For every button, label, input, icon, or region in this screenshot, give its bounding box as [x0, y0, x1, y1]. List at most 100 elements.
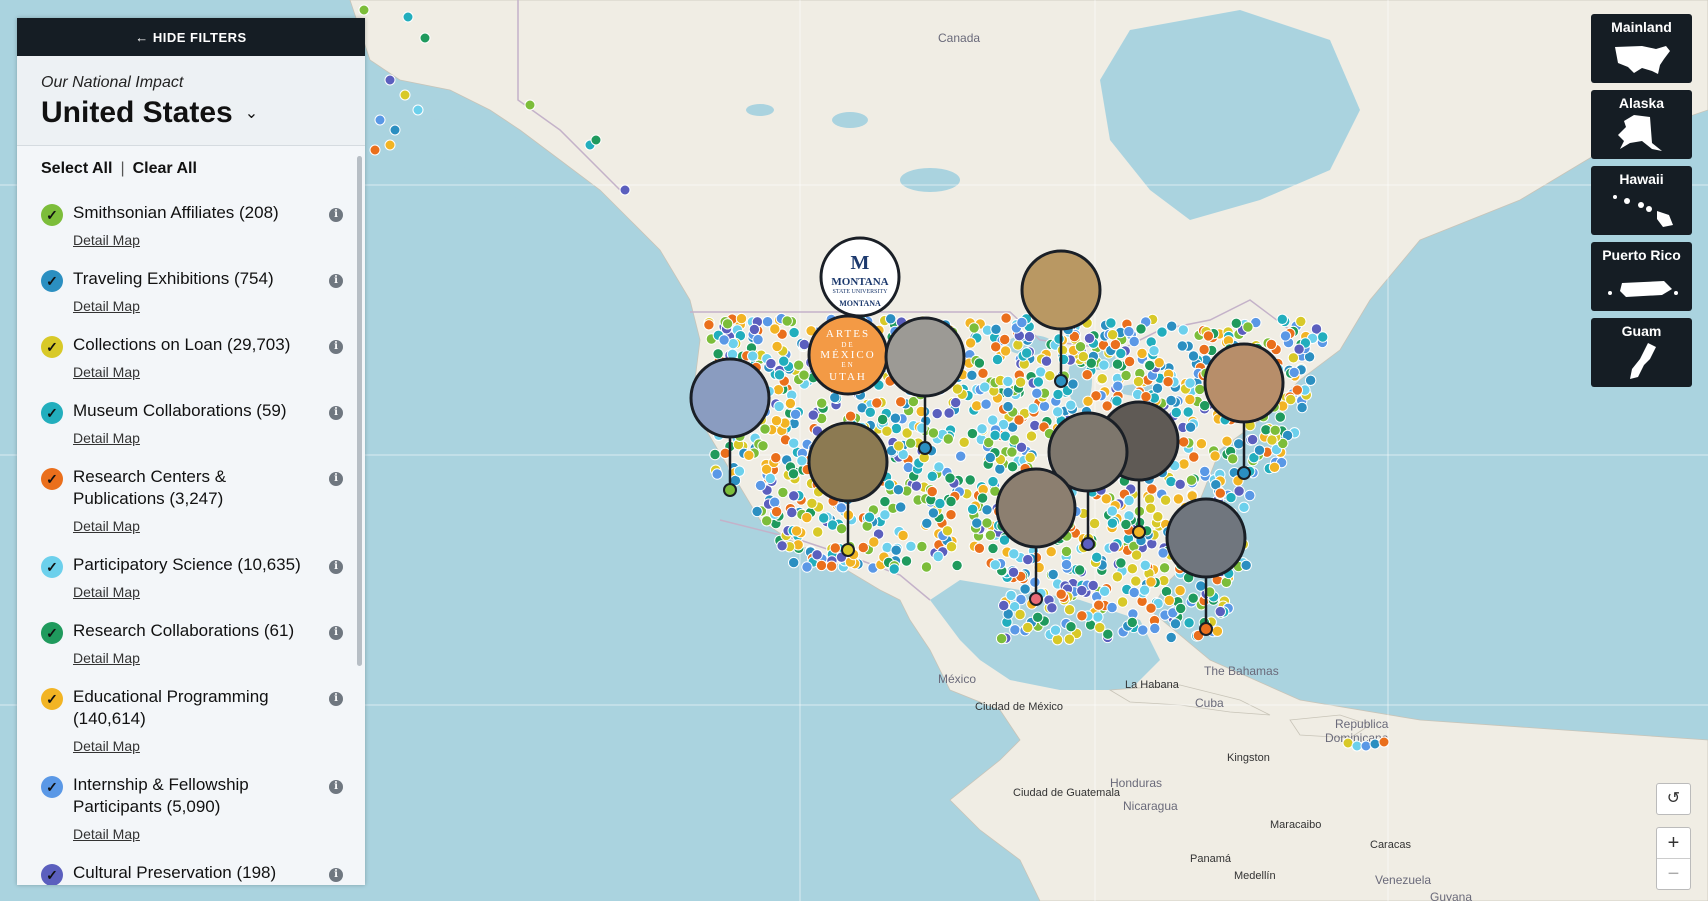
location-dot[interactable] — [759, 423, 771, 435]
location-dot[interactable] — [1227, 453, 1239, 465]
location-dot[interactable] — [1148, 345, 1160, 357]
location-dot[interactable] — [1288, 366, 1300, 379]
location-dot[interactable] — [524, 99, 536, 111]
location-dot[interactable] — [788, 490, 800, 502]
location-dot[interactable] — [770, 506, 783, 518]
location-dot[interactable] — [1076, 610, 1088, 622]
location-dot[interactable] — [784, 397, 797, 410]
location-dot[interactable] — [1360, 740, 1372, 752]
location-dot[interactable] — [1184, 393, 1196, 406]
location-dot[interactable] — [1098, 359, 1110, 371]
location-dot[interactable] — [1163, 594, 1176, 607]
location-dot[interactable] — [1009, 624, 1021, 636]
location-dot[interactable] — [868, 536, 880, 548]
location-dot[interactable] — [1144, 359, 1156, 372]
location-dot[interactable] — [1279, 330, 1292, 342]
location-dot[interactable] — [1105, 317, 1117, 329]
location-dot[interactable] — [1060, 558, 1073, 571]
location-dot[interactable] — [1006, 461, 1019, 473]
location-dot[interactable] — [1021, 621, 1034, 634]
location-dot[interactable] — [1022, 553, 1034, 566]
location-dot[interactable] — [1265, 338, 1278, 351]
filter-label[interactable]: Collections on Loan (29,703) — [73, 334, 319, 356]
location-dot[interactable] — [816, 397, 828, 409]
location-dot[interactable] — [990, 323, 1002, 335]
location-dot[interactable] — [927, 507, 940, 519]
location-dot[interactable] — [1268, 461, 1281, 473]
location-dot[interactable] — [1184, 377, 1196, 389]
location-dot[interactable] — [765, 357, 777, 370]
location-dot[interactable] — [751, 505, 763, 518]
location-dot[interactable] — [990, 341, 1002, 353]
location-dot[interactable] — [973, 357, 986, 369]
location-dot[interactable] — [806, 497, 818, 509]
check-icon[interactable]: ✓ — [41, 204, 63, 226]
location-dot[interactable] — [801, 561, 813, 573]
photo-marker-artes-mexico[interactable]: ARTESDEMÉXICOEN UTAH — [807, 314, 889, 396]
location-dot[interactable] — [1112, 380, 1124, 392]
region-guam-button[interactable]: Guam — [1591, 318, 1692, 387]
location-dot[interactable] — [981, 517, 993, 529]
location-dot[interactable] — [358, 4, 370, 16]
location-dot[interactable] — [890, 422, 903, 435]
location-dot[interactable] — [1145, 502, 1157, 514]
location-dot[interactable] — [1211, 625, 1224, 637]
location-dot[interactable] — [879, 495, 891, 508]
detail-map-link[interactable]: Detail Map — [73, 364, 140, 380]
location-dot[interactable] — [1156, 326, 1168, 338]
location-dot[interactable] — [1128, 335, 1140, 348]
region-puerto-rico-button[interactable]: Puerto Rico — [1591, 242, 1692, 311]
location-dot[interactable] — [910, 480, 923, 492]
location-dot[interactable] — [711, 468, 723, 480]
location-dot[interactable] — [999, 345, 1012, 357]
location-dot[interactable] — [781, 315, 793, 327]
location-dot[interactable] — [1106, 329, 1119, 341]
location-dot[interactable] — [1159, 494, 1172, 506]
location-dot[interactable] — [1008, 548, 1020, 560]
location-dot[interactable] — [1067, 378, 1079, 390]
location-dot[interactable] — [1221, 435, 1233, 447]
location-dot[interactable] — [984, 451, 996, 464]
location-dot[interactable] — [1111, 358, 1124, 370]
location-dot[interactable] — [1166, 320, 1178, 332]
location-dot[interactable] — [1014, 608, 1026, 621]
location-dot[interactable] — [893, 440, 905, 452]
location-dot[interactable] — [1188, 451, 1200, 463]
location-dot[interactable] — [789, 408, 802, 420]
location-dot[interactable] — [778, 355, 790, 367]
location-dot[interactable] — [945, 541, 958, 553]
info-icon[interactable]: i — [329, 472, 343, 486]
location-dot[interactable] — [1093, 599, 1105, 611]
location-dot[interactable] — [1020, 347, 1033, 359]
location-dot[interactable] — [1002, 400, 1014, 413]
location-dot[interactable] — [796, 455, 808, 467]
location-dot[interactable] — [966, 503, 979, 515]
location-dot[interactable] — [1140, 391, 1152, 403]
location-dot[interactable] — [1183, 617, 1195, 629]
location-dot[interactable] — [769, 496, 781, 508]
location-dot[interactable] — [885, 313, 897, 325]
location-dot[interactable] — [964, 337, 977, 349]
location-dot[interactable] — [989, 429, 1001, 441]
location-dot[interactable] — [1047, 568, 1059, 581]
location-dot[interactable] — [1130, 549, 1143, 561]
location-dot[interactable] — [1077, 350, 1090, 363]
location-dot[interactable] — [987, 475, 999, 488]
location-dot[interactable] — [776, 540, 788, 552]
location-dot[interactable] — [1214, 487, 1227, 499]
location-dot[interactable] — [1238, 501, 1250, 513]
location-dot[interactable] — [1051, 634, 1064, 646]
location-dot[interactable] — [1169, 618, 1182, 630]
location-dot[interactable] — [895, 396, 907, 408]
location-dot[interactable] — [1123, 494, 1135, 507]
location-dot[interactable] — [1002, 386, 1014, 399]
location-dot[interactable] — [1082, 395, 1094, 407]
location-dot[interactable] — [1063, 604, 1076, 616]
location-dot[interactable] — [1031, 387, 1043, 399]
location-dot[interactable] — [989, 559, 1001, 571]
check-icon[interactable]: ✓ — [41, 402, 63, 424]
location-dot[interactable] — [1153, 357, 1165, 369]
location-dot[interactable] — [1081, 369, 1093, 381]
location-dot[interactable] — [798, 338, 810, 351]
location-dot[interactable] — [1074, 341, 1087, 353]
